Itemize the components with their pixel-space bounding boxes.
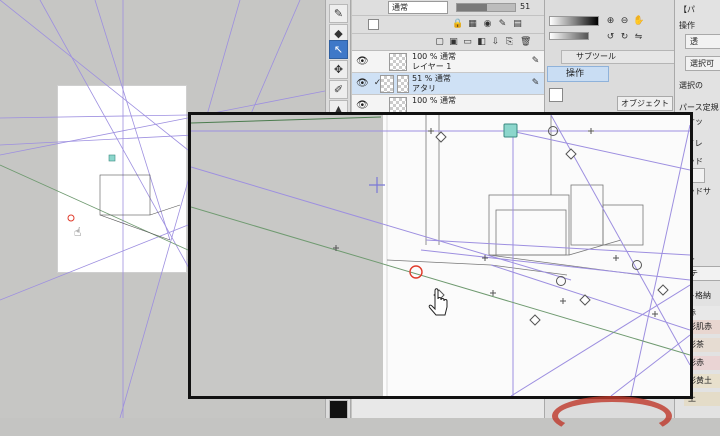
flip-icon[interactable]: ⇋ (633, 32, 644, 43)
layer-actions-toolbar: ▢ ▣ ▭ ◧ ⇩ ⎘ 🗑 (352, 34, 544, 51)
hand-icon[interactable]: ✋ (633, 16, 644, 27)
trash-icon[interactable]: 🗑 (520, 37, 531, 48)
canvas-page[interactable] (57, 85, 187, 273)
ruler-thumbnail (380, 75, 394, 93)
merge-down-icon[interactable]: ⇩ (490, 37, 501, 48)
move-tool-icon[interactable]: ✥ (329, 60, 348, 79)
lock-icon[interactable]: 🔒 (452, 19, 463, 30)
operation-label: 操作 (679, 21, 695, 30)
opacity-slider[interactable] (456, 3, 516, 12)
reference-icon[interactable]: ◉ (482, 19, 493, 30)
layer-opacity-line: 100 % 通常 (412, 52, 456, 61)
tab-subtool[interactable]: サブツール (561, 50, 675, 64)
layer-opacity-line: 100 % 通常 (412, 96, 456, 105)
selectable-button[interactable]: 選択可 (685, 56, 720, 71)
new-vector-layer-icon[interactable]: ▣ (448, 37, 459, 48)
layer-row[interactable]: 👁 100 % 通常 レイヤー 1 ✎ (352, 51, 544, 73)
rotate-left-icon[interactable]: ↺ (605, 32, 616, 43)
layer-row[interactable]: 👁 ✓ 51 % 通常 アタリ ✎ (352, 73, 544, 95)
pen-tool-icon[interactable]: ✎ (329, 4, 348, 23)
eye-icon[interactable]: 👁 (356, 78, 369, 90)
layer-color-icon[interactable] (368, 19, 379, 30)
guide-line (191, 116, 382, 124)
zoomed-page (383, 115, 690, 396)
layer-opacity-line: 51 % 通常 (412, 74, 451, 83)
clip-icon[interactable]: ⎘ (504, 37, 515, 48)
layer-name: レイヤー 1 (412, 62, 452, 71)
pen-icon: ✎ (531, 56, 540, 66)
subtool-operation-button[interactable]: 操作 (547, 66, 609, 82)
operation-tool-icon[interactable]: ↖ (329, 40, 348, 59)
lock-transparent-icon[interactable]: ▦ (467, 19, 478, 30)
center-crosshair-icon (369, 177, 385, 193)
object-subtool-icon[interactable] (549, 88, 563, 102)
layer-name: アタリ (412, 84, 436, 93)
zoomed-perspective-view (191, 115, 690, 396)
opacity-value: 51 (520, 2, 531, 11)
layer-thumbnail (389, 53, 407, 71)
eye-level-handle (503, 123, 518, 138)
layer-lock-toolbar: 🔒 ▦ ◉ ✎ ▤ (352, 16, 544, 34)
blend-mode-select[interactable]: 通常 (388, 1, 448, 14)
draft-icon[interactable]: ✎ (497, 19, 508, 30)
layer-thumbnail (397, 75, 409, 93)
brush-tool-icon[interactable]: ✐ (329, 80, 348, 99)
rotate-right-icon[interactable]: ↻ (619, 32, 630, 43)
property-header: 【パ (679, 5, 695, 14)
color-wheel-area[interactable]: ⊕ ⊖ ✋ ↺ ↻ ⇋ (549, 2, 669, 48)
layer-menu-icon[interactable]: ▤ (512, 19, 523, 30)
zoom-in-icon[interactable]: ⊕ (605, 16, 616, 27)
eye-icon[interactable]: 👁 (356, 56, 369, 68)
pen-icon: ✎ (531, 78, 540, 88)
color-wheel[interactable] (552, 396, 672, 436)
eye-icon[interactable]: 👁 (356, 100, 369, 112)
object-subtool-button[interactable]: オブジェクト (617, 96, 673, 111)
mask-icon[interactable]: ◧ (476, 37, 487, 48)
hand-cursor-icon: ☝ (74, 225, 82, 239)
transparent-button[interactable]: 透 (685, 34, 720, 49)
new-folder-icon[interactable]: ▭ (462, 37, 473, 48)
zoom-out-icon[interactable]: ⊖ (619, 16, 630, 27)
zoom-inset (188, 112, 693, 399)
selection-label: 選択の (679, 81, 703, 90)
layer-blend-toolbar: 通常 51 (352, 0, 544, 16)
main-color-swatch[interactable] (329, 400, 348, 419)
new-raster-layer-icon[interactable]: ▢ (434, 37, 445, 48)
